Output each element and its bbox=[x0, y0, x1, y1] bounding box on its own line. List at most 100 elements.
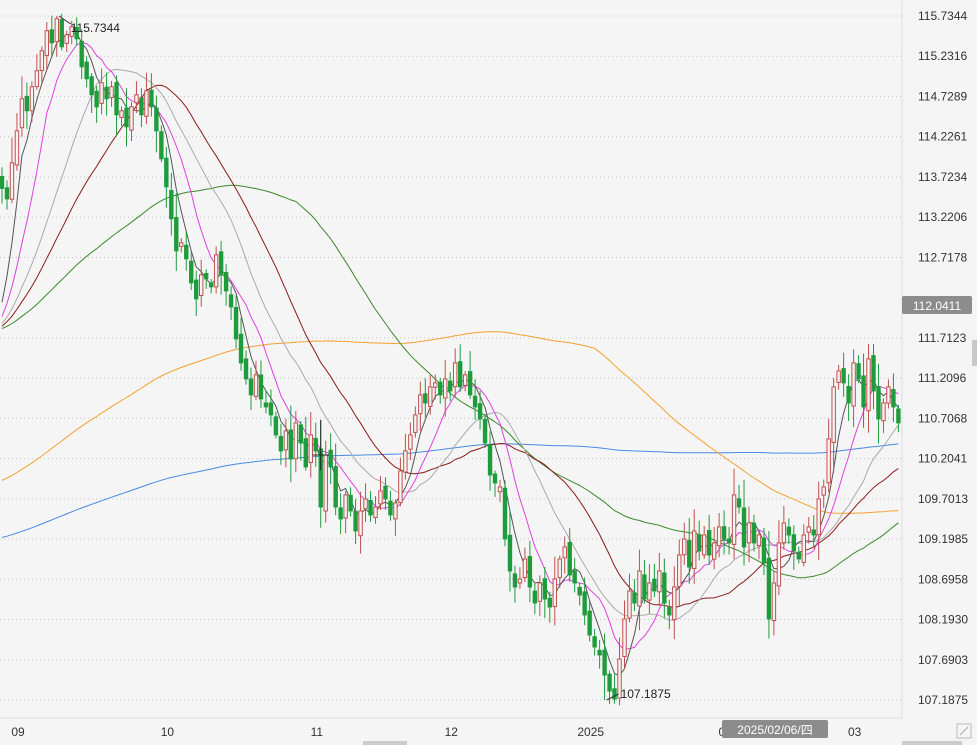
candle-body-up bbox=[562, 546, 567, 559]
candle-body-down bbox=[761, 537, 767, 564]
candle-body-down bbox=[24, 95, 30, 112]
current-price-text: 112.0411 bbox=[913, 299, 962, 313]
candle-body-up bbox=[801, 534, 806, 563]
candle-body-up bbox=[886, 386, 891, 404]
candle-body-down bbox=[423, 393, 428, 404]
candle-body-up bbox=[433, 382, 438, 388]
candle-body-up bbox=[716, 526, 722, 547]
y-tick-label: 109.7013 bbox=[918, 492, 968, 506]
scroll-handle-bottom-left[interactable] bbox=[363, 741, 407, 745]
candle-body-down bbox=[348, 494, 353, 512]
candle-body-up bbox=[781, 522, 787, 544]
candle-body-up bbox=[851, 362, 856, 407]
y-tick-label: 113.2206 bbox=[918, 210, 967, 224]
candle-body-down bbox=[572, 570, 577, 584]
candle-body-up bbox=[771, 582, 777, 622]
candle-body-down bbox=[104, 86, 109, 100]
candle-body-up bbox=[881, 402, 886, 422]
candle-body-down bbox=[652, 578, 657, 592]
candle-body-down bbox=[751, 522, 757, 544]
y-tick-label: 115.7344 bbox=[918, 9, 967, 23]
candle-body-down bbox=[114, 82, 119, 116]
candle-body-down bbox=[154, 107, 159, 132]
candle-body-up bbox=[776, 542, 782, 587]
candle-body-up bbox=[677, 554, 682, 588]
candle-body-up bbox=[343, 494, 348, 519]
candle-body-up bbox=[816, 498, 821, 536]
candle-body-down bbox=[512, 573, 518, 588]
candle-body-up bbox=[134, 94, 139, 104]
x-tick-label: 09 bbox=[11, 725, 25, 739]
candle-body-down bbox=[791, 534, 797, 552]
candle-body-up bbox=[637, 570, 642, 607]
candle-body-up bbox=[358, 510, 363, 537]
candle-body-down bbox=[79, 40, 84, 68]
y-tick-label: 111.2096 bbox=[918, 371, 967, 385]
candle-body-up bbox=[64, 34, 69, 44]
candle-body-up bbox=[109, 86, 114, 99]
x-tick-label: 11 bbox=[311, 725, 324, 739]
y-tick-label: 109.1985 bbox=[918, 532, 968, 546]
candle-body-down bbox=[592, 636, 597, 648]
scroll-handle-right[interactable] bbox=[972, 340, 977, 366]
candle-body-up bbox=[537, 582, 543, 602]
candle-body-down bbox=[184, 244, 189, 260]
y-tick-label: 114.7289 bbox=[918, 89, 967, 103]
candle-body-down bbox=[642, 574, 647, 600]
scroll-handle-bottom-right[interactable] bbox=[902, 741, 962, 745]
candle-body-down bbox=[726, 538, 732, 544]
y-tick-label: 111.7123 bbox=[918, 331, 967, 345]
candle-body-down bbox=[577, 586, 582, 596]
candle-body-up bbox=[403, 450, 408, 473]
candle-body-down bbox=[328, 449, 333, 468]
candle-body-down bbox=[124, 107, 129, 128]
candle-body-down bbox=[527, 555, 533, 588]
candle-body-up bbox=[682, 538, 687, 556]
candle-body-down bbox=[786, 526, 792, 536]
candle-body-up bbox=[14, 130, 20, 166]
candle-body-down bbox=[487, 444, 493, 476]
candle-body-down bbox=[811, 529, 816, 536]
y-tick-label: 107.6903 bbox=[918, 653, 968, 667]
candle-body-down bbox=[189, 260, 194, 284]
candle-body-down bbox=[233, 306, 239, 340]
candle-body-up bbox=[831, 386, 836, 443]
candle bbox=[482, 413, 488, 449]
candlestick-chart: 115.7344 107.1875 115.7344 115.2316 114.728… bbox=[0, 0, 977, 745]
candle-body-down bbox=[467, 371, 473, 396]
annotation-high: 115.7344 bbox=[71, 21, 120, 35]
candle-body-down bbox=[89, 76, 94, 96]
candle-body-down bbox=[278, 435, 284, 452]
candle-body-down bbox=[741, 507, 747, 548]
candle-body-down bbox=[567, 542, 572, 576]
candle-body-up bbox=[308, 434, 313, 464]
candle-body-down bbox=[507, 534, 513, 572]
x-tick-label: 2025 bbox=[577, 725, 604, 739]
candle-body-up bbox=[39, 50, 45, 72]
candle-body-up bbox=[647, 582, 652, 601]
candle-body-down bbox=[338, 507, 343, 520]
candle-body-down bbox=[94, 90, 99, 108]
candle-body-down bbox=[667, 607, 672, 616]
candle-body-up bbox=[756, 534, 762, 547]
candle-body-down bbox=[59, 19, 64, 48]
candle-body-down bbox=[263, 402, 269, 408]
candle-body-up bbox=[54, 18, 59, 43]
y-tick-label: 110.2041 bbox=[918, 452, 967, 466]
y-tick-label: 115.2316 bbox=[918, 49, 967, 63]
candle-body-down bbox=[602, 649, 607, 676]
candle-body-up bbox=[9, 162, 15, 200]
candle-body-down bbox=[861, 375, 866, 408]
candle-body-down bbox=[482, 418, 488, 444]
candle-body-down bbox=[612, 688, 617, 700]
candle-body-up bbox=[363, 498, 368, 510]
candle-body-down bbox=[223, 272, 229, 292]
candle-body-up bbox=[413, 414, 418, 433]
candle-body-down bbox=[298, 424, 304, 444]
candle-body-up bbox=[522, 558, 528, 579]
candle-body-down bbox=[313, 437, 318, 452]
candle-body-down bbox=[203, 273, 209, 280]
candle-body-up bbox=[443, 378, 448, 399]
candle-body-down bbox=[706, 530, 712, 556]
y-tick-label: 108.1930 bbox=[918, 613, 968, 627]
